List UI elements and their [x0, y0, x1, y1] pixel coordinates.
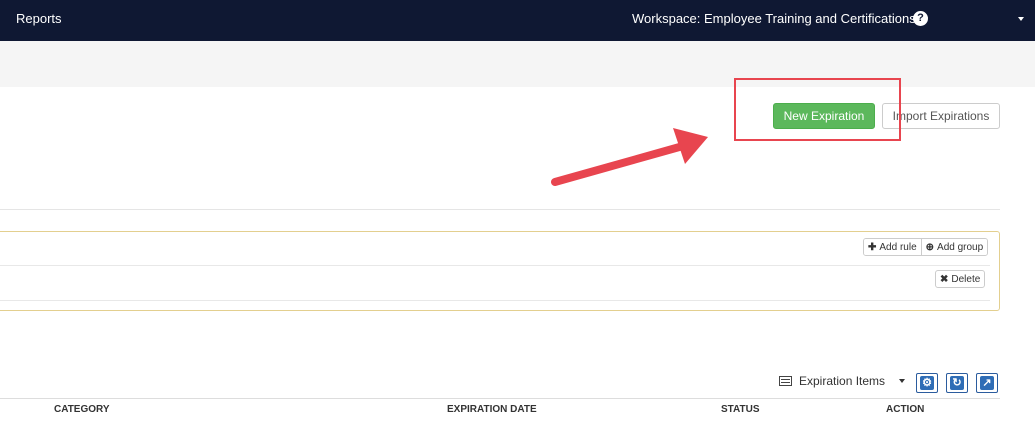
query-builder-rule-bottom — [0, 300, 990, 301]
top-navbar: Reports Workspace: Employee Training and… — [0, 0, 1035, 41]
gear-icon: ⚙ — [920, 376, 934, 390]
workspace-selector[interactable]: Workspace: Employee Training and Certifi… — [632, 11, 928, 26]
section-divider — [0, 209, 1000, 210]
column-header-category[interactable]: CATEGORY — [54, 404, 110, 415]
delete-label: Delete — [951, 273, 981, 285]
user-menu-chevron-icon[interactable] — [1018, 17, 1024, 21]
export-icon: ↗ — [980, 376, 994, 390]
refresh-button[interactable]: ↻ — [946, 373, 968, 393]
column-header-action: ACTION — [886, 404, 925, 415]
add-rule-label: Add rule — [879, 241, 917, 253]
add-group-label: Add group — [937, 241, 984, 253]
view-selector-dropdown[interactable]: Expiration Items — [779, 374, 906, 388]
annotation-arrow-icon — [551, 128, 708, 186]
column-header-status[interactable]: STATUS — [721, 404, 760, 415]
help-icon[interactable]: ? — [913, 11, 928, 26]
nav-reports-link[interactable]: Reports — [16, 11, 62, 26]
query-builder-group-actions: ✚ Add rule ⊕ Add group — [863, 238, 989, 256]
workspace-label: Workspace: Employee Training and Certifi… — [632, 11, 916, 26]
delete-rule-button[interactable]: ✖ Delete — [935, 270, 986, 288]
plus-circle-icon: ⊕ — [925, 241, 935, 253]
settings-button[interactable]: ⚙ — [916, 373, 938, 393]
x-icon: ✖ — [940, 273, 949, 285]
refresh-icon: ↻ — [950, 376, 964, 390]
sub-header-bar — [0, 41, 1035, 87]
table-header-row: CATEGORY EXPIRATION DATE STATUS ACTION — [0, 398, 1000, 428]
new-expiration-button[interactable]: New Expiration — [773, 103, 875, 129]
list-view-icon — [779, 376, 792, 386]
query-builder-panel — [0, 231, 1000, 311]
export-button[interactable]: ↗ — [976, 373, 998, 393]
query-builder-separator — [0, 265, 990, 266]
plus-icon: ✚ — [868, 241, 877, 253]
column-header-expiration-date[interactable]: EXPIRATION DATE — [447, 404, 537, 415]
add-group-button[interactable]: ⊕ Add group — [920, 239, 988, 255]
import-expirations-button[interactable]: Import Expirations — [882, 103, 1000, 129]
view-selector-value: Expiration Items — [799, 374, 886, 388]
add-rule-button[interactable]: ✚ Add rule — [864, 239, 921, 255]
chevron-down-icon — [899, 379, 906, 383]
